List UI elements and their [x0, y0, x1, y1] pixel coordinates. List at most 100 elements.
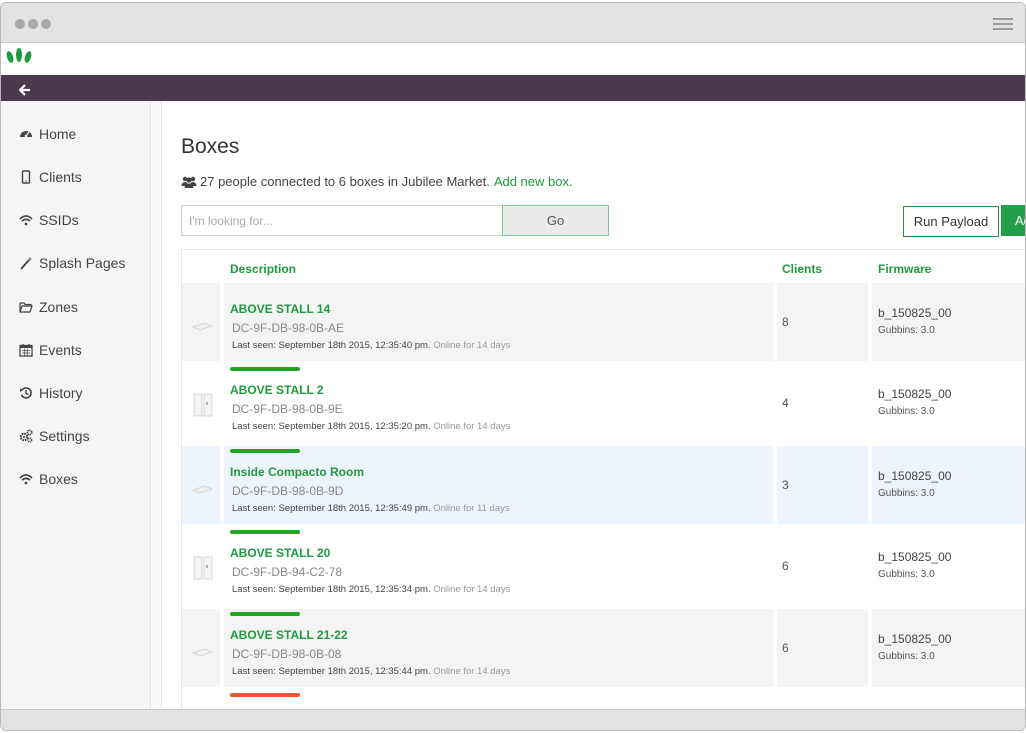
box-last-seen: Last seen: September 18th 2015, 12:35:40…	[232, 340, 510, 351]
sidebar-item-splash-pages[interactable]: Splash Pages	[18, 252, 125, 274]
sidebar-item-zones[interactable]: Zones	[18, 296, 78, 318]
window-dot-icon	[41, 19, 51, 29]
run-payload-button[interactable]: Run Payload	[903, 206, 999, 237]
window-dot-icon	[15, 19, 25, 29]
box-client-count: 8	[782, 315, 789, 329]
box-gubbins-version: Gubbins: 3.0	[878, 569, 935, 580]
column-header-firmware[interactable]: Firmware	[878, 262, 931, 276]
online-duration: Online for 14 days	[433, 421, 511, 432]
sidebar-item-boxes[interactable]: Boxes	[18, 468, 78, 490]
box-client-count: 6	[782, 559, 789, 573]
box-last-seen: Last seen: September 18th 2015, 12:35:49…	[232, 503, 510, 514]
sidebar-item-label: Events	[39, 342, 82, 358]
magic-wand-icon	[18, 255, 34, 271]
status-bar-online	[230, 530, 300, 534]
access-point-upright-icon	[193, 393, 213, 417]
calendar-icon	[18, 342, 34, 358]
last-seen-text: Last seen: September 18th 2015, 12:35:44…	[232, 666, 431, 677]
sidebar-item-label: Zones	[39, 299, 78, 315]
back-arrow-icon[interactable]	[19, 82, 31, 98]
access-point-upright-icon	[193, 556, 213, 580]
sidebar-item-label: History	[39, 385, 83, 401]
sidebar: Home Clients SSIDs Splash Pages Zones Ev…	[1, 101, 151, 711]
box-firmware: b_150825_00	[878, 550, 952, 564]
column-header-clients[interactable]: Clients	[782, 262, 822, 276]
status-bar-online	[230, 367, 300, 371]
box-last-seen: Last seen: September 18th 2015, 12:35:20…	[232, 421, 510, 432]
sidebar-item-label: SSIDs	[39, 212, 79, 228]
box-name-link[interactable]: ABOVE STALL 21-22	[230, 628, 348, 642]
table-row[interactable]: ABOVE STALL 21-22 DC-9F-DB-98-0B-08 Last…	[182, 609, 1025, 687]
table-row[interactable]: ABOVE STALL 2 DC-9F-DB-98-0B-9E Last see…	[182, 364, 1025, 442]
box-last-seen: Last seen: September 18th 2015, 12:35:34…	[232, 584, 510, 595]
connection-summary: 27 people connected to 6 boxes in Jubile…	[181, 174, 573, 189]
brand-logo-icon	[6, 48, 32, 63]
box-client-count: 6	[782, 641, 789, 655]
box-gubbins-version: Gubbins: 3.0	[878, 488, 935, 499]
cogs-icon	[18, 428, 34, 444]
table-row[interactable]: ABOVE STALL 14 DC-9F-DB-98-0B-AE Last se…	[182, 283, 1025, 361]
box-mac-address: DC-9F-DB-98-0B-9E	[232, 402, 343, 416]
online-duration: Online for 14 days	[433, 584, 511, 595]
history-icon	[18, 385, 34, 401]
sidebar-item-clients[interactable]: Clients	[18, 166, 82, 188]
box-client-count: 3	[782, 478, 789, 492]
access-point-flat-icon	[191, 485, 214, 494]
box-mac-address: DC-9F-DB-94-C2-78	[232, 565, 343, 579]
wifi-icon	[18, 212, 34, 228]
last-seen-text: Last seen: September 18th 2015, 12:35:34…	[232, 584, 431, 595]
sidebar-item-label: Splash Pages	[39, 255, 126, 271]
go-button[interactable]: Go	[502, 205, 609, 236]
dashboard-icon	[18, 126, 34, 142]
add-new-box-link[interactable]: Add new box.	[494, 174, 573, 189]
box-mac-address: DC-9F-DB-98-0B-08	[232, 647, 342, 661]
sidebar-item-label: Boxes	[39, 471, 78, 487]
sidebar-divider	[151, 101, 162, 711]
logo-bar	[1, 43, 1025, 75]
access-point-flat-icon	[191, 648, 214, 657]
window-bottom-bar	[1, 709, 1025, 730]
box-firmware: b_150825_00	[878, 387, 952, 401]
sidebar-item-label: Settings	[39, 428, 90, 444]
search-input[interactable]	[181, 205, 502, 236]
summary-text: 27 people connected to 6 boxes in Jubile…	[200, 174, 490, 189]
box-name-link[interactable]: Inside Compacto Room	[230, 465, 364, 479]
access-point-flat-icon	[191, 322, 214, 331]
sidebar-item-ssids[interactable]: SSIDs	[18, 209, 79, 231]
sidebar-item-settings[interactable]: Settings	[18, 425, 90, 447]
box-firmware: b_150825_00	[878, 632, 952, 646]
hamburger-menu-icon[interactable]	[993, 18, 1013, 30]
status-bar-offline	[230, 693, 300, 697]
add-button[interactable]: Ad	[1001, 205, 1025, 236]
box-mac-address: DC-9F-DB-98-0B-9D	[232, 484, 344, 498]
boxes-table: Description Clients Firmware ABOVE STALL…	[181, 249, 1025, 711]
online-duration: Online for 11 days	[433, 503, 510, 514]
sidebar-item-home[interactable]: Home	[18, 123, 76, 145]
status-bar-online	[230, 612, 300, 616]
column-header-description[interactable]: Description	[230, 262, 296, 276]
box-name-link[interactable]: ABOVE STALL 2	[230, 383, 324, 397]
table-row[interactable]: ABOVE STALL 20 DC-9F-DB-94-C2-78 Last se…	[182, 527, 1025, 605]
status-bar-online	[230, 449, 300, 453]
box-name-link[interactable]: ABOVE STALL 14	[230, 302, 330, 316]
box-client-count: 4	[782, 396, 789, 410]
box-last-seen: Last seen: September 18th 2015, 12:35:44…	[232, 666, 510, 677]
browser-window: Home Clients SSIDs Splash Pages Zones Ev…	[0, 2, 1026, 731]
sidebar-item-label: Home	[39, 126, 77, 142]
window-dot-icon	[28, 19, 38, 29]
sidebar-item-events[interactable]: Events	[18, 339, 82, 361]
box-name-link[interactable]: ABOVE STALL 20	[230, 546, 330, 560]
table-row[interactable]: Inside Compacto Room DC-9F-DB-98-0B-9D L…	[182, 446, 1025, 524]
sidebar-item-history[interactable]: History	[18, 382, 83, 404]
online-duration: Online for 14 days	[433, 340, 511, 351]
box-gubbins-version: Gubbins: 3.0	[878, 406, 935, 417]
window-titlebar	[1, 3, 1025, 43]
box-gubbins-version: Gubbins: 3.0	[878, 651, 935, 662]
main-content: Boxes 27 people connected to 6 boxes in …	[163, 101, 1025, 711]
box-mac-address: DC-9F-DB-98-0B-AE	[232, 321, 345, 335]
table-row[interactable]	[182, 690, 1025, 711]
sidebar-item-label: Clients	[39, 169, 82, 185]
box-firmware: b_150825_00	[878, 469, 952, 483]
box-gubbins-version: Gubbins: 3.0	[878, 325, 935, 336]
page-title: Boxes	[181, 135, 240, 158]
